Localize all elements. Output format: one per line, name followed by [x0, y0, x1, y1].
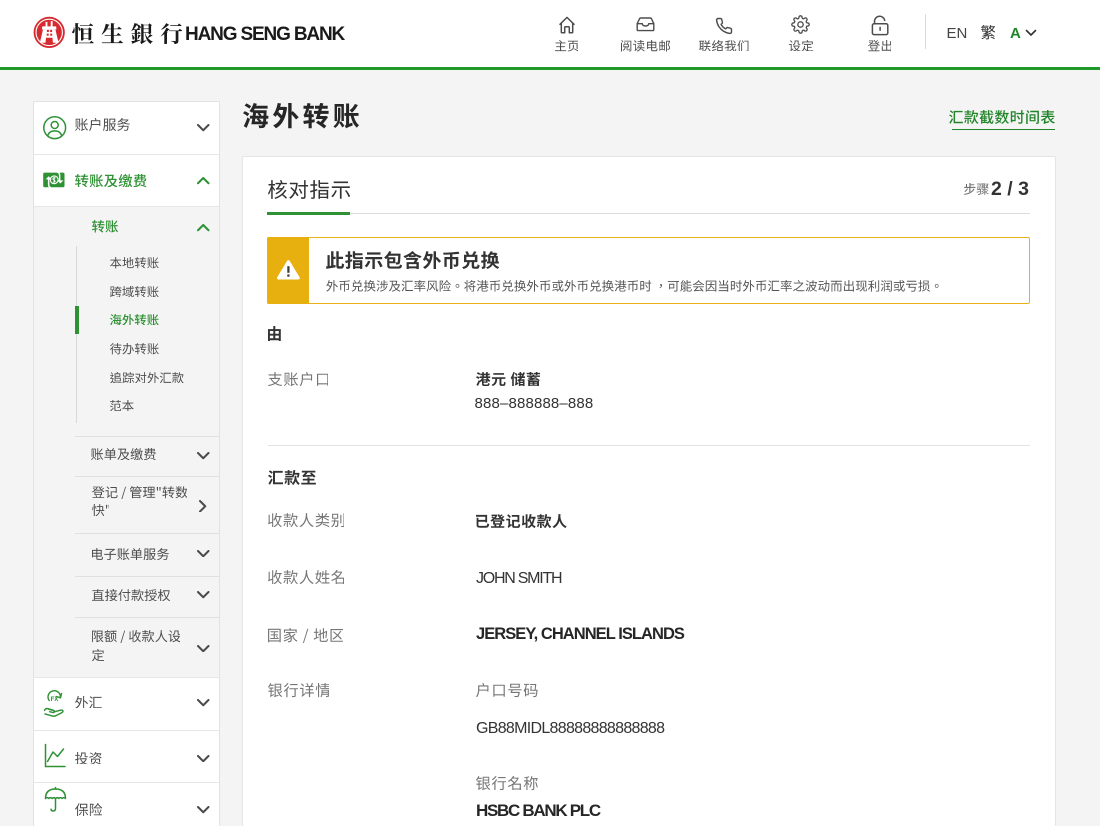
svg-text:FX: FX [51, 697, 59, 703]
